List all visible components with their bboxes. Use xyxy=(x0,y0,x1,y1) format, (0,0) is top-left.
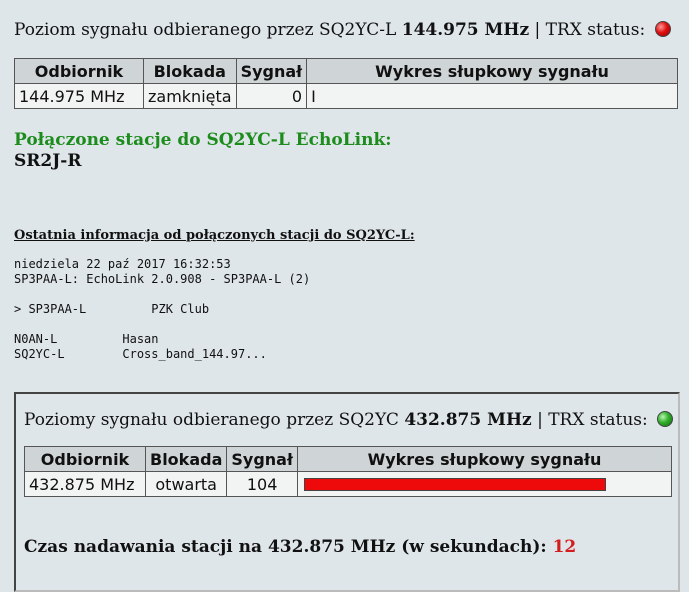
rx1-receiver: 144.975 MHz xyxy=(14,83,144,109)
tx-time-label: Czas nadawania stacji na 432.875 MHz (w … xyxy=(24,537,547,557)
rx2-status-line: Poziomy sygnału odbieranego przez SQ2YC … xyxy=(24,410,674,430)
last-info-date: niedziela 22 paź 2017 16:32:53 xyxy=(14,257,231,271)
trx-status-green-icon xyxy=(657,411,674,427)
rx1-prefix: Poziom sygnału odbieranego przez SQ2YC-L xyxy=(14,20,397,40)
table-header-row: Odbiornik Blokada Sygnał Wykres słupkowy… xyxy=(14,58,678,84)
col-bar-graph: Wykres słupkowy sygnału xyxy=(296,446,673,472)
rx1-status-line: Poziom sygnału odbieranego przez SQ2YC-L… xyxy=(14,20,671,40)
table-header-row: Odbiornik Blokada Sygnał Wykres słupkowy… xyxy=(24,446,673,472)
last-info-title: Ostatnia informacja od połączonych stacj… xyxy=(14,228,415,243)
col-squelch: Blokada xyxy=(143,58,237,84)
last-info-line: SP3PAA-L: EchoLink 2.0.908 - SP3PAA-L (2… xyxy=(14,272,311,286)
connected-station: SR2J-R xyxy=(14,151,82,171)
tx-time-line: Czas nadawania stacji na 432.875 MHz (w … xyxy=(24,537,576,557)
rx2-frequency: 432.875 MHz xyxy=(404,410,532,430)
col-receiver: Odbiornik xyxy=(14,58,144,84)
last-info-line: SQ2YC-L Cross_band_144.97... xyxy=(14,347,267,361)
last-info-line: > SP3PAA-L PZK Club xyxy=(14,302,210,316)
signal-level-bar xyxy=(303,477,606,491)
rx2-bar-cell xyxy=(296,471,673,497)
table-row: 432.875 MHz otwarta 104 xyxy=(24,471,673,497)
rx2-signal-table: Odbiornik Blokada Sygnał Wykres słupkowy… xyxy=(24,446,673,497)
rx1-signal: 0 xyxy=(235,83,308,109)
col-bar-graph: Wykres słupkowy sygnału xyxy=(306,58,678,84)
col-squelch: Blokada xyxy=(144,446,228,472)
connected-stations-title: Połączone stacje do SQ2YC-L EchoLink: xyxy=(14,130,392,150)
rx1-frequency: 144.975 MHz xyxy=(401,20,530,40)
rx2-prefix: Poziomy sygnału odbieranego przez SQ2YC xyxy=(24,410,399,430)
rx2-trx-label: | TRX status: xyxy=(537,410,648,430)
col-receiver: Odbiornik xyxy=(24,446,146,472)
col-signal: Sygnał xyxy=(226,446,298,472)
rx2-squelch: otwarta xyxy=(144,471,228,497)
col-signal: Sygnał xyxy=(235,58,308,84)
trx-status-red-icon xyxy=(654,21,671,37)
rx1-bar: I xyxy=(306,83,678,109)
rx2-receiver: 432.875 MHz xyxy=(24,471,146,497)
last-info-line: N0AN-L Hasan xyxy=(14,332,159,346)
rx2-signal: 104 xyxy=(226,471,298,497)
rx1-signal-table: Odbiornik Blokada Sygnał Wykres słupkowy… xyxy=(14,58,678,109)
rx1-squelch: zamknięta xyxy=(143,83,237,109)
table-row: 144.975 MHz zamknięta 0 I xyxy=(14,83,678,109)
tx-time-value: 12 xyxy=(552,537,577,557)
rx1-trx-label: | TRX status: xyxy=(534,20,646,40)
